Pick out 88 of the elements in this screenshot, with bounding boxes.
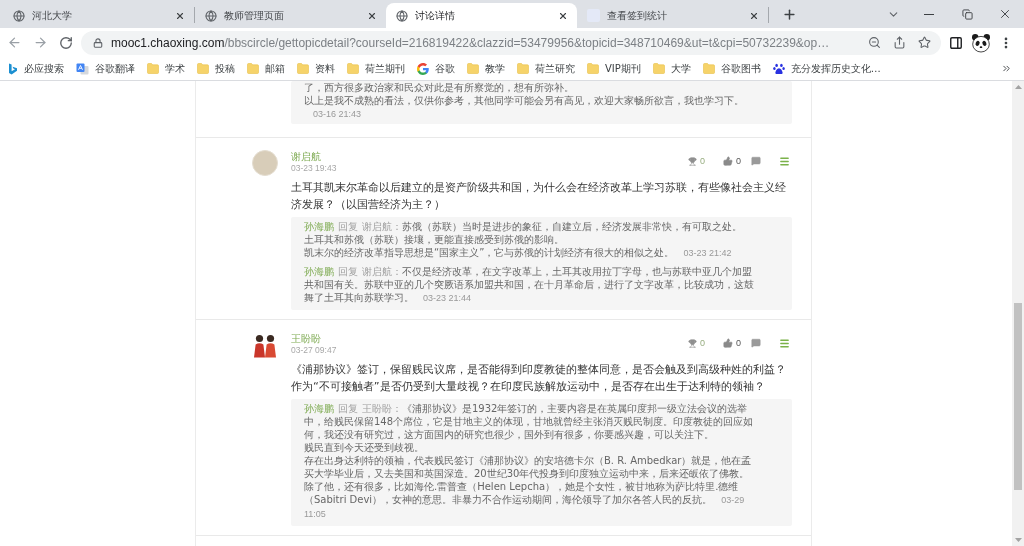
author-name: 王盼盼 bbox=[291, 333, 322, 345]
reply-text: 凯末尔的经济改革指导思想是“国家主义”，它与苏俄的计划经济有很大的相似之处。 03-23 21:42 bbox=[304, 246, 733, 260]
bookmark-item[interactable]: 教学 bbox=[461, 57, 511, 80]
menu-icon bbox=[779, 155, 790, 167]
address-bar[interactable]: mooc1.chaoxing.com/bbscircle/gettopicdetail?courseId=216819422&clazzid=53479956&topicid=348710469&ut=t&cpi=50732239&op… bbox=[81, 30, 941, 55]
trophy-icon bbox=[687, 156, 697, 166]
comment-icon bbox=[751, 156, 761, 166]
reply-text: 了，西方很多政治家和民众对此是有所察觉的，想有所弥补。 bbox=[304, 81, 575, 94]
browser-tab[interactable]: 教师管理页面 bbox=[195, 3, 386, 28]
g-logo-icon bbox=[417, 62, 429, 75]
reply-text: 存在出身达利特的领袖，代表贱民签订《浦那协议》的安培德卡尔（B. R. Ambedkar）就是，他在孟买大学毕业后，又去美国和英国深造。20世纪30年代投身到印度独立运动中来，后来还皈依了佛教。除了他，还有很多，比如海伦.雷普查（Helen Lepcha），她是个女性，被甘地称为萨比特里.德维（Sabitri Devi），女神的意思。非暴力不合作运动期间，海伦领导了加尔各答人民的反抗。 03-29 11:05 bbox=[304, 454, 753, 521]
comment-button[interactable] bbox=[751, 338, 761, 348]
plus-icon bbox=[781, 6, 797, 22]
post-time: 03-23 19:43 bbox=[291, 163, 337, 174]
post-menu-button[interactable] bbox=[779, 155, 790, 167]
bookmark-item[interactable]: 谷歌图书 bbox=[696, 57, 767, 80]
minimize-icon bbox=[924, 13, 934, 15]
scrollbar-thumb[interactable] bbox=[1014, 303, 1022, 490]
bookmark-item[interactable]: 谷歌 bbox=[411, 57, 461, 80]
post-menu-button[interactable] bbox=[779, 337, 790, 349]
folder-icon bbox=[147, 63, 159, 74]
bookmark-item[interactable]: 邮箱 bbox=[241, 57, 291, 80]
people-avatar-icon bbox=[252, 332, 278, 358]
folder-icon bbox=[247, 63, 259, 74]
globe-icon bbox=[13, 9, 25, 22]
reply-text: 土耳其和苏俄（苏联）接壤，更能直接感受到苏俄的影响。 bbox=[304, 233, 565, 246]
close-icon bbox=[367, 10, 377, 21]
side-panel-icon bbox=[949, 35, 963, 50]
star-icon bbox=[917, 36, 931, 49]
close-icon bbox=[749, 10, 759, 21]
arrow-right-icon bbox=[32, 35, 48, 50]
reply-text: 孙海鹏 回复 谢启航：苏俄（苏联）当时是进步的象征，自建立后，经济发展非常快，有可取之处。 bbox=[304, 220, 743, 233]
scroll-down-icon bbox=[1014, 538, 1022, 542]
folder-icon bbox=[297, 63, 309, 74]
lock-icon bbox=[93, 37, 103, 48]
folder-icon bbox=[347, 63, 359, 74]
bookmark-item[interactable]: 投稿 bbox=[191, 57, 241, 80]
question-text: 土耳其凯末尔革命以后建立的是资产阶级共和国，为什么会在经济改革上学习苏联，有些像社会主义经济发展？（以国营经济为主？） bbox=[291, 180, 787, 213]
folder-icon bbox=[467, 63, 479, 74]
zoom-out-icon bbox=[867, 36, 881, 49]
folder-icon bbox=[652, 63, 665, 74]
folder-icon bbox=[587, 63, 599, 74]
bookmark-item[interactable]: 荷兰研究 bbox=[511, 57, 581, 80]
like-button[interactable]: 0 bbox=[723, 155, 741, 167]
double-chevron-icon bbox=[1000, 63, 1012, 74]
trophy-icon bbox=[687, 338, 697, 348]
comment-button[interactable] bbox=[751, 156, 761, 166]
bookmark-item[interactable]: 大学 bbox=[646, 57, 697, 80]
paw-icon bbox=[772, 62, 785, 75]
reply-text: 孙海鹏 回复 王盼盼：《浦那协议》是1932年签订的，主要内容是在英属印度邦一级立法会议的选举中，给贱民保留148个席位，它是甘地主义的体现，甘地就曾经主张消灭贱民制度。印度教徒的回应如何，我还没有研究过，这方面国内的研究也很少，国外到有很多，你要感兴趣，可以关注下。 bbox=[304, 402, 755, 441]
bookmark-item[interactable]: 必应搜索 bbox=[2, 57, 70, 80]
b-logo-icon bbox=[8, 62, 18, 75]
reply-text: 孙海鹏 回复 谢启航：不仅是经济改革，在文字改革上，土耳其改用拉丁字母，也与苏联中亚几个加盟共和国有关。苏联中亚的几个突厥语系加盟共和国，在十月革命后，进行了文字改革，比较成功，这鼓舞了土耳其向苏联学习。 03-23 21:44 bbox=[304, 265, 755, 305]
bookmark-item[interactable]: 资料 bbox=[291, 57, 341, 80]
browser-tab[interactable]: 河北大学 bbox=[3, 3, 194, 28]
comment-icon bbox=[751, 338, 761, 348]
browser-tab[interactable]: 查看签到统计 bbox=[577, 3, 768, 28]
restore-icon bbox=[961, 8, 973, 20]
close-icon bbox=[175, 10, 185, 21]
menu-icon bbox=[779, 337, 790, 349]
panda-icon bbox=[971, 32, 991, 53]
bookmark-item[interactable]: 荷兰期刊 bbox=[341, 57, 411, 80]
reply-text: 以上是我不成熟的看法，仅供你参考，其他同学可能会另有高见，欢迎大家畅所欲言，我也学习下。 03-16 21:43 bbox=[304, 94, 745, 121]
close-icon bbox=[998, 7, 1012, 21]
translate-icon bbox=[76, 62, 89, 75]
folder-icon bbox=[197, 63, 209, 74]
thumbs-up-icon bbox=[723, 156, 733, 166]
globe-icon bbox=[396, 9, 408, 22]
avatar-placeholder bbox=[252, 150, 278, 176]
post-time: 03-27 09:47 bbox=[291, 345, 337, 356]
scrollbar-track[interactable] bbox=[1012, 81, 1024, 546]
bookmark-item[interactable]: 谷歌翻译 bbox=[70, 57, 141, 80]
bookmark-item[interactable]: 充分发挥历史文化… bbox=[766, 57, 887, 80]
scroll-up-icon bbox=[1014, 85, 1022, 89]
bookmark-item[interactable]: VIP期刊 bbox=[581, 57, 647, 80]
thumbs-up-icon bbox=[723, 338, 733, 348]
bookmark-item[interactable]: 学术 bbox=[141, 57, 191, 80]
author-name: 谢启航 bbox=[291, 151, 322, 163]
folder-icon bbox=[702, 63, 715, 74]
reply-text: 贱民直到今天还受到歧视。 bbox=[304, 441, 425, 454]
browser-tab[interactable]: 讨论详情 bbox=[386, 3, 577, 28]
share-icon bbox=[892, 36, 906, 49]
reload-icon bbox=[59, 35, 73, 50]
close-icon bbox=[558, 10, 568, 21]
question-text: 《浦那协议》签订，保留贱民议席，是否能得到印度教徒的整体同意，是否会触及到高级种姓的利益？作为“不可接触者”是否仍受到大量歧视？在印度民族解放运动中，是否存在出生于达利特的领袖？ bbox=[291, 362, 787, 395]
globe-icon bbox=[205, 9, 217, 22]
like-button[interactable]: 0 bbox=[723, 337, 741, 349]
folder-icon bbox=[517, 63, 529, 74]
